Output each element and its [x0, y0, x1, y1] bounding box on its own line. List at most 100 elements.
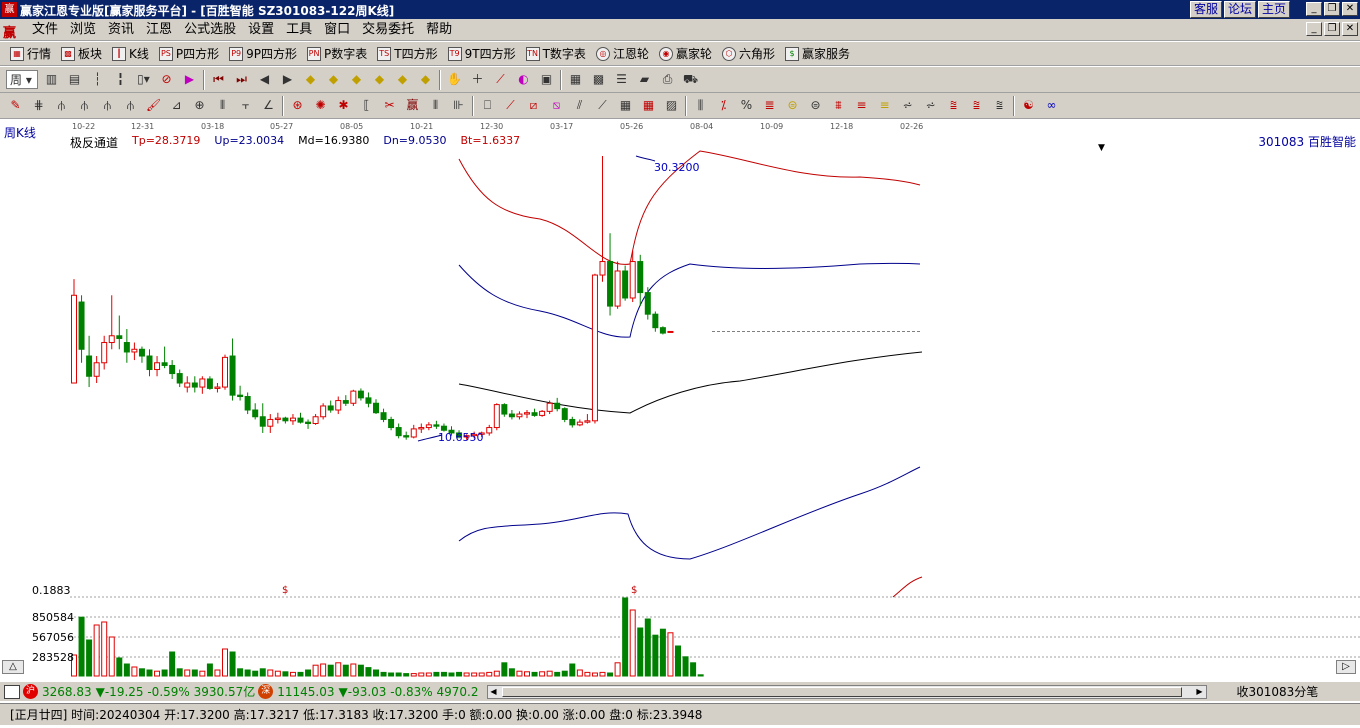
- grid-icon[interactable]: [4, 684, 20, 699]
- scroll-up-button[interactable]: △: [2, 660, 24, 674]
- step-icon[interactable]: ⫟: [236, 96, 255, 115]
- levels6-icon[interactable]: ≡: [875, 96, 894, 115]
- tb-hexagon[interactable]: ⬡ 六角形: [721, 45, 775, 62]
- levels7-icon[interactable]: ⩫: [898, 96, 917, 115]
- levels10-icon[interactable]: ⩰: [967, 96, 986, 115]
- period-select[interactable]: 周 ▾: [6, 70, 38, 89]
- fan-icon[interactable]: ⊿: [167, 96, 186, 115]
- prev-icon[interactable]: ◀: [255, 70, 274, 89]
- bars2-icon[interactable]: ⦀: [213, 96, 232, 115]
- bracket-icon[interactable]: ⟦: [357, 96, 376, 115]
- pen-icon[interactable]: ✎: [6, 96, 25, 115]
- winner-icon[interactable]: 赢: [403, 96, 422, 115]
- target-icon[interactable]: ⊛: [288, 96, 307, 115]
- horizontal-scrollbar[interactable]: ◀ ▶: [486, 684, 1207, 699]
- close-icon[interactable]: ✕: [1342, 2, 1358, 16]
- menu-gann[interactable]: 江恩: [140, 22, 178, 38]
- percent-icon[interactable]: %: [737, 96, 756, 115]
- levels9-icon[interactable]: ⩰: [944, 96, 963, 115]
- fork4-icon[interactable]: ⫛: [121, 96, 140, 115]
- link-home[interactable]: 主页: [1257, 1, 1290, 18]
- tb-t-table[interactable]: TN T数字表: [525, 45, 586, 62]
- diamond4-icon[interactable]: ◆: [370, 70, 389, 89]
- menu-trade[interactable]: 交易委托: [356, 22, 420, 38]
- diamond1-icon[interactable]: ◆: [301, 70, 320, 89]
- menu-browse[interactable]: 浏览: [64, 22, 102, 38]
- chart-area[interactable]: 周K线 10-22 12-31 03-18 05-27 08-05 10-21 …: [0, 119, 1360, 678]
- select-icon[interactable]: ▣: [537, 70, 556, 89]
- box3-icon[interactable]: ⧅: [547, 96, 566, 115]
- tb-sectors[interactable]: ▩ 板块: [61, 45, 102, 62]
- menu-screener[interactable]: 公式选股: [178, 22, 242, 38]
- tb-service[interactable]: $ 赢家服务: [784, 45, 850, 62]
- fork3-icon[interactable]: ⫛: [98, 96, 117, 115]
- diag-icon[interactable]: ⟋: [593, 96, 612, 115]
- levels3-icon[interactable]: ⊜: [806, 96, 825, 115]
- fan2-icon[interactable]: ⟋: [501, 96, 520, 115]
- diamond3-icon[interactable]: ◆: [347, 70, 366, 89]
- star-icon[interactable]: ✱: [334, 96, 353, 115]
- brush-icon[interactable]: 🖌: [144, 96, 163, 115]
- yin-yang-icon[interactable]: ☯: [1019, 96, 1038, 115]
- last-icon[interactable]: ⏭: [232, 70, 251, 89]
- crosshair-icon[interactable]: ＋: [468, 70, 487, 89]
- menu-help[interactable]: 帮助: [420, 22, 458, 38]
- no-chart-icon[interactable]: ⊘: [157, 70, 176, 89]
- grid3-icon[interactable]: ▦: [639, 96, 658, 115]
- candles-icon[interactable]: ╏: [111, 70, 130, 89]
- diamond2-icon[interactable]: ◆: [324, 70, 343, 89]
- menu-settings[interactable]: 设置: [242, 22, 280, 38]
- menu-tools[interactable]: 工具: [280, 22, 318, 38]
- bars-icon[interactable]: ┆: [88, 70, 107, 89]
- tb-gann-wheel[interactable]: ◎ 江恩轮: [595, 45, 649, 62]
- first-icon[interactable]: ⏮: [209, 70, 228, 89]
- levels8-icon[interactable]: ⩫: [921, 96, 940, 115]
- angle-icon[interactable]: ∠: [259, 96, 278, 115]
- levels5-icon[interactable]: ≡: [852, 96, 871, 115]
- ruler-icon[interactable]: ⊪: [449, 96, 468, 115]
- fork1-icon[interactable]: ⫛: [52, 96, 71, 115]
- grid-icon[interactable]: ⋕: [29, 96, 48, 115]
- scissors-icon[interactable]: ✂: [380, 96, 399, 115]
- tb-quotes[interactable]: ▦ 行情: [10, 45, 51, 62]
- scroll-right-button[interactable]: ▷: [1336, 660, 1356, 674]
- scroll-thumb[interactable]: [501, 686, 1182, 697]
- tick-detail-label[interactable]: 收301083分笔: [1237, 683, 1319, 700]
- scroll-left-icon[interactable]: ◀: [488, 686, 500, 698]
- menu-file[interactable]: 文件: [26, 22, 64, 38]
- levels2-icon[interactable]: ⊜: [783, 96, 802, 115]
- flag-icon[interactable]: ▶: [180, 70, 199, 89]
- truck-icon[interactable]: ⛟: [681, 70, 700, 89]
- columns2-icon[interactable]: ⫼: [691, 96, 710, 115]
- circle-grid-icon[interactable]: ⊕: [190, 96, 209, 115]
- tb-9p-square[interactable]: P9 9P四方形: [229, 45, 297, 62]
- tb-winner-wheel[interactable]: ◉ 赢家轮: [658, 45, 712, 62]
- hatch-icon[interactable]: ▨: [662, 96, 681, 115]
- box1-icon[interactable]: ⎕: [478, 96, 497, 115]
- link-forum[interactable]: 论坛: [1223, 1, 1256, 18]
- levels11-icon[interactable]: ⩰: [990, 96, 1009, 115]
- line-tool-icon[interactable]: ⟋: [491, 70, 510, 89]
- lines-icon[interactable]: ⫽: [570, 96, 589, 115]
- percent-line-icon[interactable]: ⁒: [714, 96, 733, 115]
- tb-t-square[interactable]: TS T四方形: [377, 45, 438, 62]
- tb-9t-square[interactable]: T9 9T四方形: [447, 45, 516, 62]
- columns-icon[interactable]: ⫴: [426, 96, 445, 115]
- fork2-icon[interactable]: ⫛: [75, 96, 94, 115]
- magnet-icon[interactable]: ◐: [514, 70, 533, 89]
- tb-p-square[interactable]: PS P四方形: [158, 45, 219, 62]
- candle-select-icon[interactable]: ▯▾: [134, 70, 153, 89]
- menu-window[interactable]: 窗口: [318, 22, 356, 38]
- infinity-icon[interactable]: ∞: [1042, 96, 1061, 115]
- link-kefu[interactable]: 客服: [1189, 1, 1222, 18]
- doc-close-icon[interactable]: ✕: [1342, 22, 1358, 36]
- print-icon[interactable]: ⎙: [658, 70, 677, 89]
- restore-icon[interactable]: ❐: [1324, 2, 1340, 16]
- doc-minimize-icon[interactable]: _: [1306, 22, 1322, 36]
- diamond5-icon[interactable]: ◆: [393, 70, 412, 89]
- chart-type-icon[interactable]: ▥: [42, 70, 61, 89]
- scroll-right-icon[interactable]: ▶: [1194, 686, 1206, 698]
- calc-icon[interactable]: ▩: [589, 70, 608, 89]
- levels1-icon[interactable]: ≣: [760, 96, 779, 115]
- next-icon[interactable]: ▶: [278, 70, 297, 89]
